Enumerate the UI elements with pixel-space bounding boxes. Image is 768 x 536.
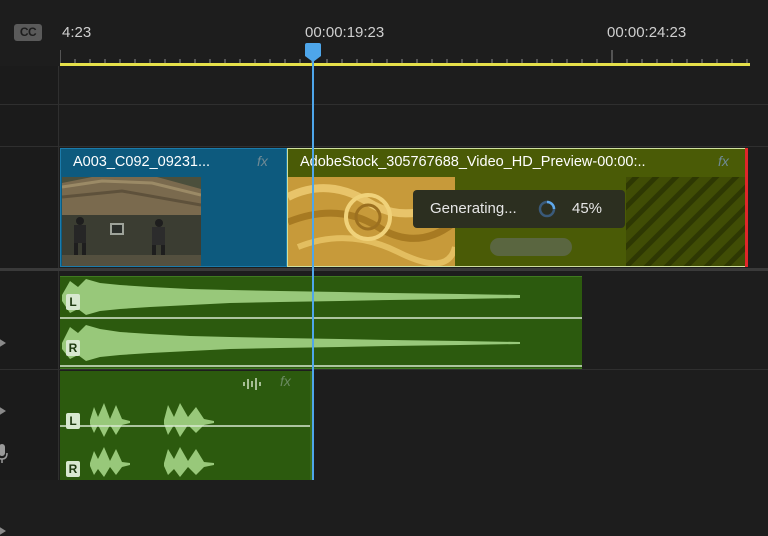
generating-percent: 45% [572, 200, 603, 217]
left-channel-label: L [66, 294, 80, 310]
time-ruler[interactable]: CC 4:23 00:00:19:23 00:00:24:23 [0, 0, 768, 66]
right-channel-label: R [66, 340, 80, 356]
microphone-icon[interactable] [0, 444, 9, 464]
track-divider [0, 104, 768, 105]
generating-status-popup: Generating... 45% [413, 190, 625, 228]
audio-waveform-icon[interactable] [242, 377, 262, 391]
playhead-line[interactable] [312, 56, 314, 480]
timecode-end: 00:00:24:23 [607, 24, 687, 41]
chevron-right-icon-2[interactable] [0, 526, 8, 536]
fx-badge-icon-3[interactable]: fx [280, 373, 291, 389]
audio-waveform-a2 [60, 403, 310, 477]
track-divider [0, 369, 768, 370]
chevron-right-icon[interactable] [0, 406, 8, 416]
clip-thumbnail [62, 177, 201, 266]
track-headers [0, 66, 59, 535]
track-expand-icon[interactable] [0, 338, 8, 348]
playhead-handle[interactable] [305, 43, 321, 56]
ungenerated-hatch-area [626, 177, 747, 266]
video-audio-divider[interactable] [0, 268, 768, 271]
audio-clip-a1[interactable]: L R [60, 276, 582, 369]
playhead-tip [305, 56, 321, 62]
left-channel-label-a2: L [66, 413, 80, 429]
village-scene-thumbnail [62, 177, 201, 266]
clip-title-adobestock: AdobeStock_305767688_Video_HD_Preview-00… [300, 154, 646, 170]
clip-title: A003_C092_09231... [73, 154, 211, 170]
ruler-ticks [60, 50, 748, 64]
closed-captions-icon[interactable]: CC [14, 24, 42, 41]
timecode-playhead: 00:00:19:23 [305, 24, 385, 41]
video-clip-a003[interactable]: A003_C092_09231... fx [60, 148, 287, 267]
audio-clip-a2[interactable]: fx L R [60, 371, 312, 480]
generation-progress-pill [490, 238, 572, 256]
timecode-start: 4:23 [62, 24, 92, 41]
right-channel-label-a2: R [66, 461, 80, 477]
audio-waveform-a1 [60, 279, 582, 367]
loading-spinner-icon [538, 200, 556, 218]
work-area-bar[interactable] [60, 63, 750, 66]
fx-badge-icon[interactable]: fx [257, 153, 268, 169]
fx-badge-icon-2[interactable]: fx [718, 153, 729, 169]
track-divider [0, 146, 768, 147]
out-point-marker[interactable] [745, 148, 748, 267]
generating-label: Generating... [430, 200, 517, 217]
